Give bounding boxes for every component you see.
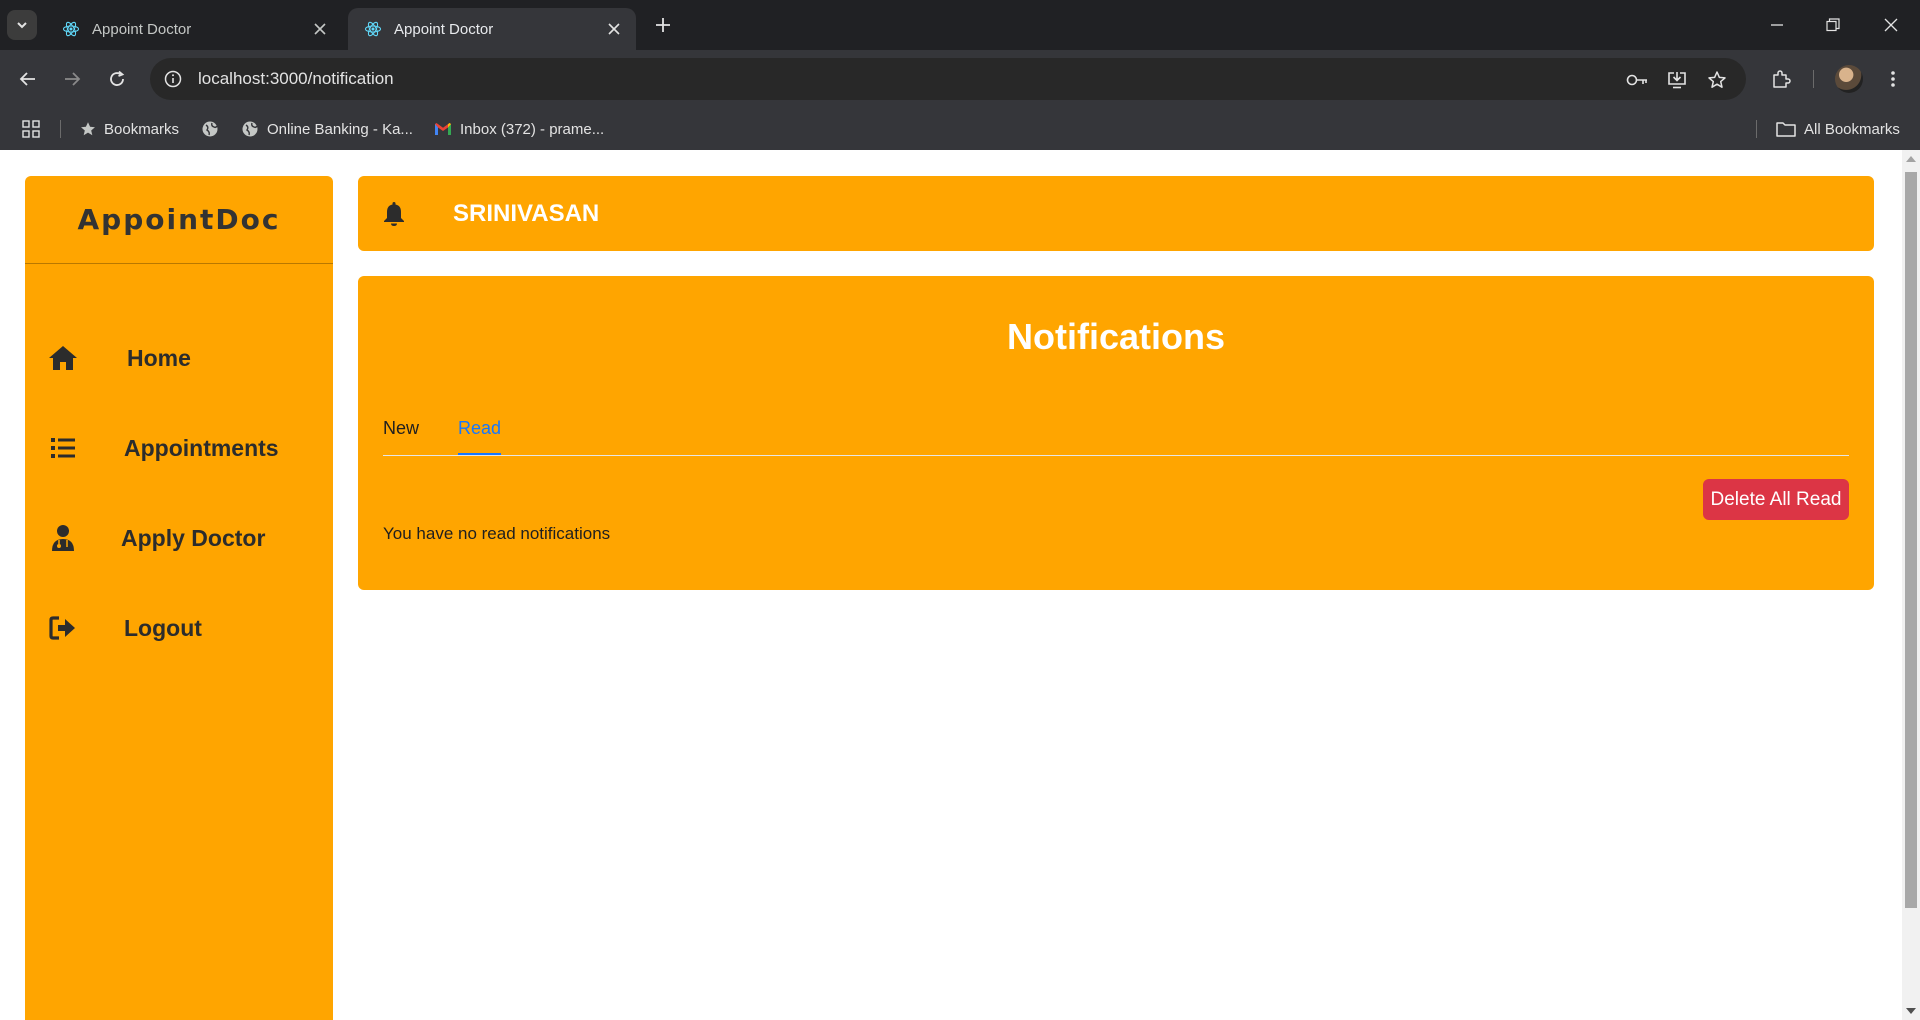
bookmark-label: Inbox (372) - prame... — [460, 120, 605, 138]
browser-toolbar: localhost:3000/notification — [0, 50, 1920, 108]
tab-read[interactable]: Read — [458, 418, 502, 455]
notifications-panel: Notifications New Read Delete All Read Y… — [358, 276, 1874, 590]
plus-icon — [656, 18, 670, 32]
arrow-right-icon — [65, 72, 81, 86]
scroll-down-arrow-icon[interactable] — [1906, 1008, 1916, 1014]
globe-icon — [202, 121, 218, 137]
page-viewport: AppointDoc Home Appointments Apply Docto… — [0, 150, 1920, 1020]
extensions-button[interactable] — [1766, 64, 1796, 94]
close-icon — [1884, 18, 1898, 32]
sidebar-item-apply-doctor[interactable]: Apply Doctor — [25, 508, 333, 568]
toolbar-divider — [1813, 70, 1814, 88]
react-icon — [62, 21, 80, 37]
tab-search-button[interactable] — [7, 10, 37, 40]
sidebar: AppointDoc Home Appointments Apply Docto… — [25, 176, 333, 1020]
menu-button[interactable] — [1878, 64, 1908, 94]
sidebar-item-logout[interactable]: Logout — [25, 598, 333, 658]
forward-button[interactable] — [57, 64, 87, 94]
delete-all-read-button[interactable]: Delete All Read — [1703, 479, 1849, 520]
bookmark-bookmarks[interactable]: Bookmarks — [80, 108, 179, 150]
logout-icon — [47, 612, 79, 644]
restore-button[interactable] — [1820, 12, 1846, 38]
site-info-icon[interactable] — [162, 68, 184, 90]
globe-icon — [242, 121, 258, 137]
puzzle-icon — [1773, 70, 1791, 88]
reload-icon — [110, 70, 125, 86]
new-tab-button[interactable] — [650, 12, 676, 38]
minimize-icon — [1771, 24, 1783, 26]
user-doctor-icon — [47, 522, 79, 554]
close-tab-icon[interactable] — [604, 19, 624, 39]
bookmarks-divider — [60, 120, 61, 138]
sidebar-item-home[interactable]: Home — [25, 328, 333, 388]
chevron-down-icon — [17, 22, 27, 29]
install-app-icon[interactable] — [1664, 67, 1690, 93]
bookmarks-divider — [1756, 120, 1757, 138]
bell-icon[interactable] — [380, 200, 408, 228]
sidebar-item-label: Apply Doctor — [121, 524, 266, 551]
home-icon — [47, 342, 79, 374]
bookmarks-bar: Bookmarks Online Banking - Ka... Inbox (… — [0, 108, 1920, 150]
folder-icon — [1776, 122, 1796, 137]
url-text[interactable]: localhost:3000/notification — [198, 69, 394, 89]
brand-logo: AppointDoc — [25, 176, 333, 264]
star-icon — [81, 122, 95, 136]
bookmark-globe[interactable] — [201, 108, 219, 150]
all-bookmarks-label: All Bookmarks — [1804, 120, 1900, 138]
password-key-icon[interactable] — [1624, 67, 1650, 93]
profile-avatar[interactable] — [1835, 65, 1863, 93]
close-tab-icon[interactable] — [310, 19, 330, 39]
bookmark-online-banking[interactable]: Online Banking - Ka... — [241, 108, 413, 150]
browser-tab-2[interactable]: Appoint Doctor — [348, 8, 636, 50]
bookmark-label: Online Banking - Ka... — [267, 120, 413, 138]
apps-grid-icon — [22, 120, 40, 138]
reload-button[interactable] — [102, 64, 132, 94]
bookmark-label: Bookmarks — [104, 120, 180, 138]
minimize-button[interactable] — [1764, 12, 1790, 38]
arrow-left-icon — [19, 72, 35, 86]
sidebar-item-label: Logout — [124, 614, 202, 641]
page-title: Notifications — [1006, 316, 1225, 357]
close-window-button[interactable] — [1878, 12, 1904, 38]
sidebar-item-appointments[interactable]: Appointments — [25, 418, 333, 478]
list-icon — [47, 432, 79, 464]
sidebar-item-label: Home — [127, 344, 191, 371]
top-header: SRINIVASAN — [358, 176, 1874, 251]
tab-new[interactable]: New — [383, 418, 419, 439]
bookmark-star-icon[interactable] — [1704, 67, 1730, 93]
browser-tab-strip: Appoint Doctor Appoint Doctor — [0, 0, 1920, 50]
address-bar[interactable]: localhost:3000/notification — [150, 58, 1746, 100]
user-name[interactable]: SRINIVASAN — [453, 176, 599, 251]
kebab-menu-icon — [1891, 71, 1895, 87]
empty-state-message: You have no read notifications — [383, 524, 611, 543]
sidebar-item-label: Appointments — [124, 434, 279, 461]
gmail-icon — [435, 123, 451, 135]
notification-tabs: New Read — [383, 406, 1849, 456]
all-bookmarks-button[interactable]: All Bookmarks — [1776, 108, 1900, 150]
scrollbar-thumb[interactable] — [1905, 172, 1917, 908]
restore-icon — [1826, 18, 1840, 32]
tab-title: Appoint Doctor — [394, 20, 494, 38]
react-icon — [364, 21, 382, 37]
apps-button[interactable] — [22, 108, 40, 150]
bookmark-inbox[interactable]: Inbox (372) - prame... — [434, 108, 604, 150]
page-scrollbar[interactable] — [1902, 150, 1920, 1020]
scroll-up-arrow-icon[interactable] — [1906, 156, 1916, 162]
tab-title: Appoint Doctor — [92, 20, 192, 38]
back-button[interactable] — [13, 64, 43, 94]
browser-tab-1[interactable]: Appoint Doctor — [46, 8, 342, 50]
